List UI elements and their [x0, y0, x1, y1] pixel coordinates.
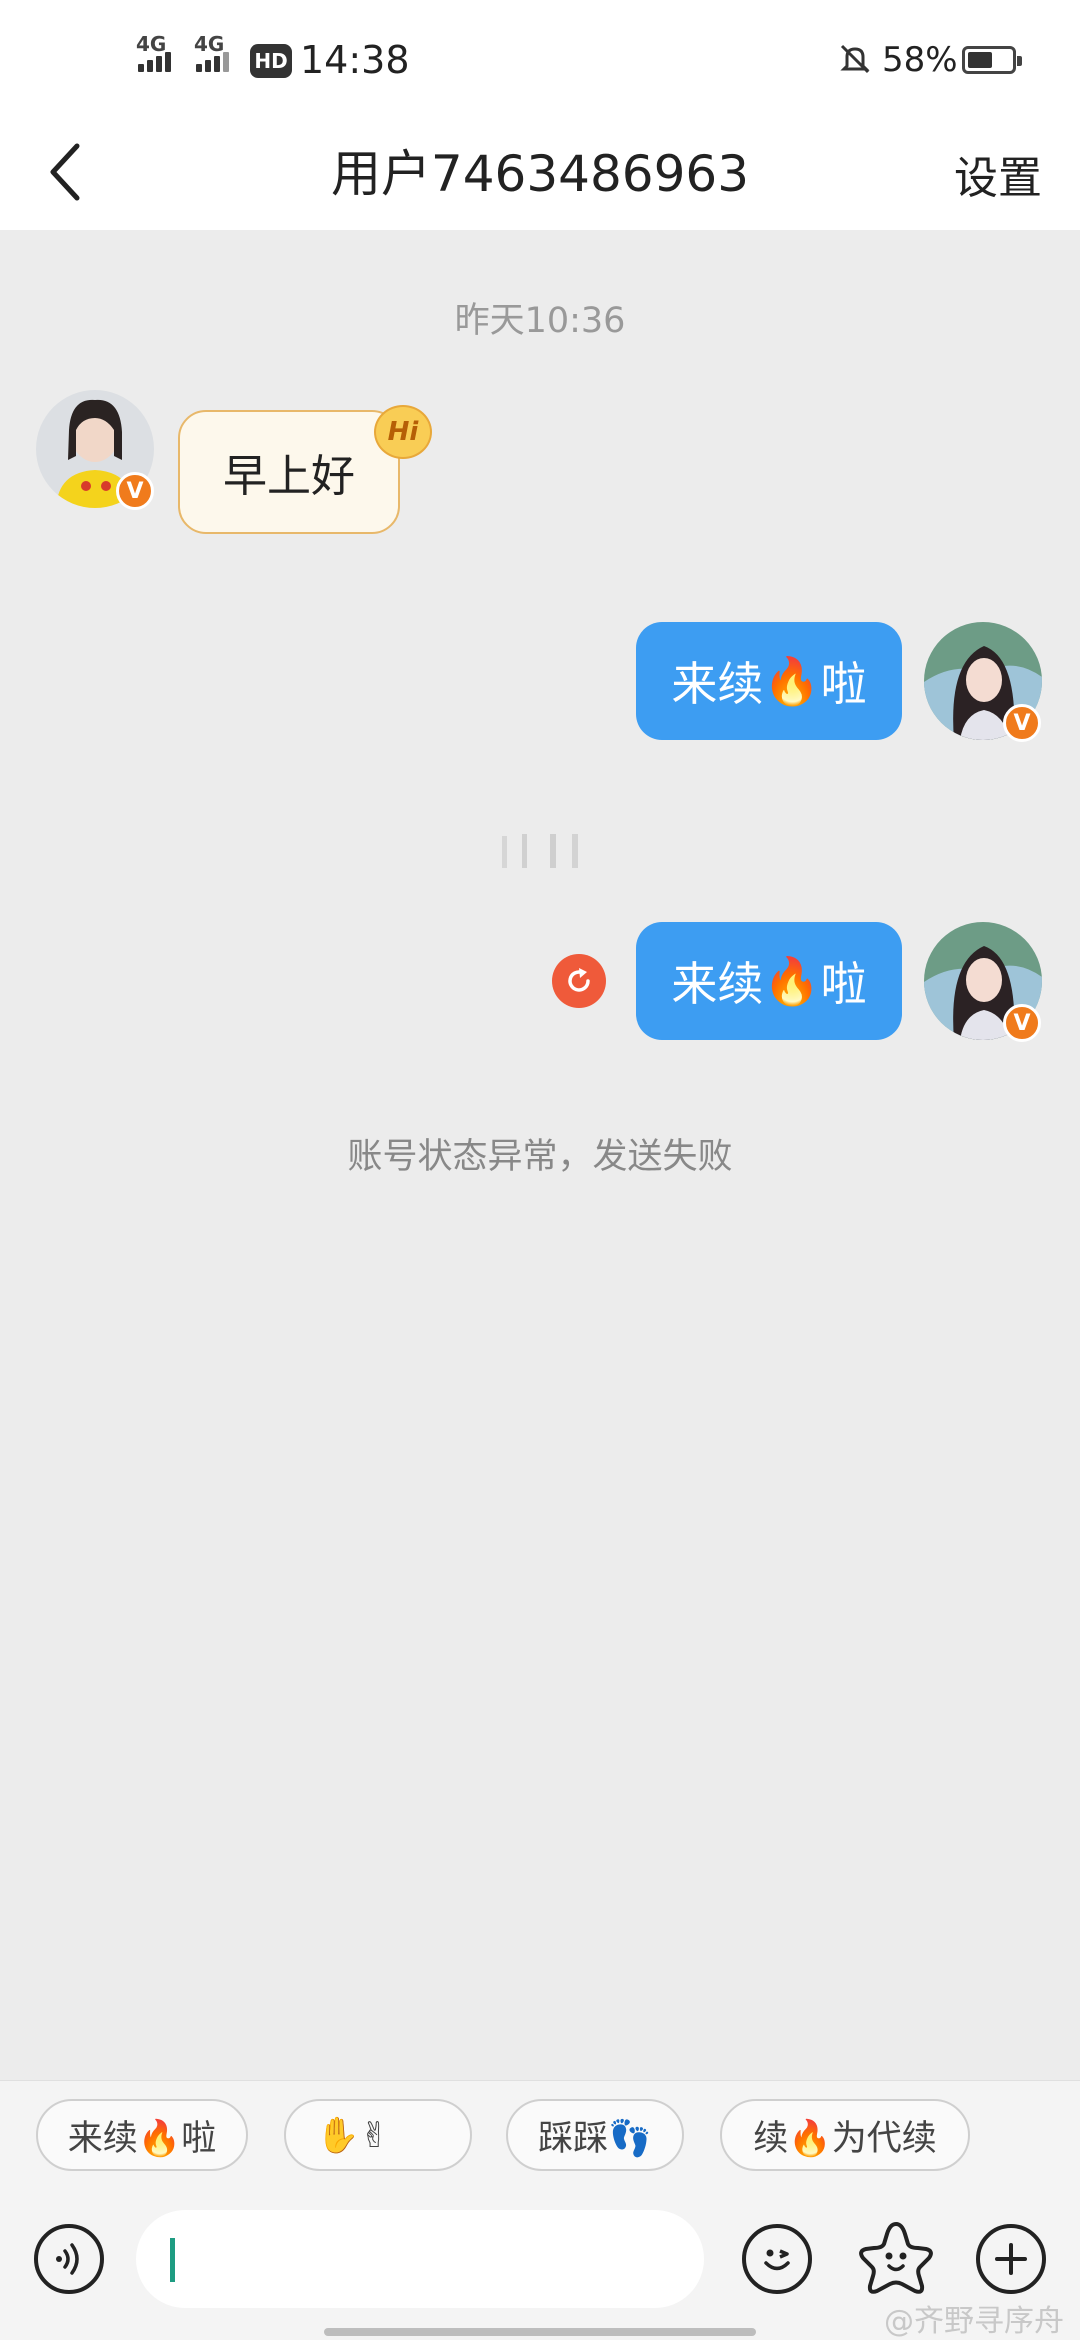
settings-button[interactable]: 设置 — [954, 142, 1042, 206]
quick-reply-chip[interactable]: 踩踩👣 — [506, 2099, 684, 2171]
battery-icon — [962, 46, 1022, 74]
fire-emoji-icon: 🔥 — [763, 653, 821, 708]
voice-icon — [56, 2243, 79, 2275]
message-text: 早上好 — [223, 451, 355, 502]
watermark: @齐野寻序舟 — [884, 2304, 1064, 2339]
outgoing-message-bubble[interactable]: 来续 🔥 啦 — [636, 622, 902, 740]
header: 用户7463486963 设置 — [0, 112, 1080, 230]
quick-reply-chip[interactable]: ✋✌ — [284, 2099, 472, 2171]
loading-indicator-icon — [502, 830, 578, 870]
page-title: 用户7463486963 — [330, 145, 750, 203]
refresh-icon — [568, 968, 590, 992]
battery-percent: 58% — [882, 40, 958, 80]
more-button[interactable] — [976, 2224, 1046, 2294]
sticker-button[interactable] — [856, 2218, 936, 2298]
home-indicator[interactable] — [324, 2328, 756, 2336]
text-cursor — [170, 2238, 175, 2282]
voice-button[interactable] — [34, 2224, 104, 2294]
message-text-after: 啦 — [820, 657, 867, 711]
mute-bell-icon — [838, 42, 872, 76]
message-text-before: 来续 — [671, 957, 764, 1011]
vip-badge-icon: V — [116, 472, 154, 510]
resend-button[interactable] — [552, 954, 606, 1008]
message-text-before: 来续 — [671, 657, 764, 711]
hd-voice-icon: HD — [250, 44, 292, 78]
incoming-message-bubble[interactable]: 早上好 — [178, 410, 400, 534]
battery-fill — [968, 52, 992, 68]
signal-icon-2: 4G — [194, 32, 244, 72]
quick-reply-chip[interactable]: 来续🔥啦 — [36, 2099, 248, 2171]
chat-timestamp: 昨天10:36 — [454, 301, 626, 341]
fire-emoji-icon: 🔥 — [763, 953, 821, 1008]
send-failed-notice: 账号状态异常，发送失败 — [347, 1137, 733, 1177]
network-type-1: 4G — [136, 32, 167, 56]
plus-circle-icon — [995, 2243, 1027, 2275]
outgoing-message-bubble-failed[interactable]: 来续 🔥 啦 — [636, 922, 902, 1040]
star-face-icon — [859, 2222, 933, 2294]
hi-sticker-icon: Hi — [374, 405, 432, 459]
status-bar: 4G 4G HD 14:38 58% — [0, 0, 1080, 112]
quick-reply-bar: 来续🔥啦 ✋✌ 踩踩👣 续🔥为代续 — [0, 2080, 1080, 2189]
signal-icon-1: 4G — [136, 32, 186, 72]
smiley-icon — [764, 2249, 790, 2271]
network-type-2: 4G — [194, 32, 225, 56]
clock: 14:38 — [300, 38, 410, 82]
message-text-after: 啦 — [820, 957, 867, 1011]
quick-reply-chip[interactable]: 续🔥为代续 — [720, 2099, 970, 2171]
emoji-button[interactable] — [742, 2224, 812, 2294]
vip-badge-icon: V — [1003, 1004, 1041, 1042]
message-input[interactable] — [136, 2210, 704, 2308]
vip-badge-icon: V — [1003, 704, 1041, 742]
